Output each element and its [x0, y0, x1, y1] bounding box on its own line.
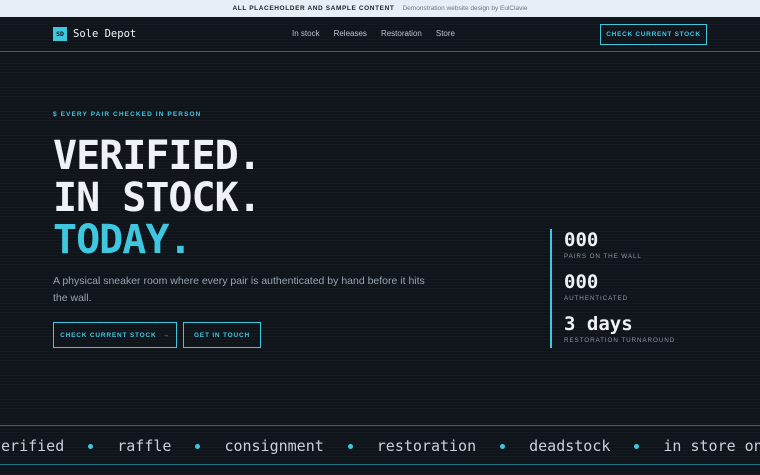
bullet-dot-icon — [347, 443, 353, 449]
hero-headline: VERIFIED. IN STOCK. TODAY. — [53, 133, 262, 263]
stat-authenticated: 000 AUTHENTICATED — [564, 271, 675, 313]
get-in-touch-button[interactable]: GET IN TOUCH — [183, 322, 261, 348]
nav-link-restoration[interactable]: Restoration — [381, 29, 422, 38]
ticker-item: restoration — [376, 437, 477, 455]
nav-links: In stock Releases Restoration Store — [292, 29, 455, 38]
stat-label: RESTORATION TURNAROUND — [564, 337, 676, 344]
brand-name: Sole Depot — [73, 28, 137, 40]
check-stock-label: CHECK CURRENT STOCK — [60, 331, 157, 339]
ticker-item: raffle — [117, 437, 172, 455]
stat-label: PAIRS ON THE WALL — [564, 253, 642, 260]
stat-value: 000 — [564, 271, 599, 293]
check-stock-button[interactable]: CHECK CURRENT STOCK → — [53, 322, 177, 348]
ticker-track: verified raffle consignment restoration … — [0, 437, 760, 455]
navbar: SD Sole Depot In stock Releases Restorat… — [0, 17, 760, 52]
hero-subtext: A physical sneaker room where every pair… — [53, 275, 425, 304]
arrow-right-icon: → — [162, 331, 170, 339]
bullet-dot-icon — [500, 443, 506, 449]
nav-link-store[interactable]: Store — [436, 29, 455, 38]
ticker-strip: verified raffle consignment restoration … — [0, 425, 760, 465]
stat-value: 000 — [564, 229, 599, 251]
banner-credit: Demonstration website design by EulClavi… — [402, 5, 528, 12]
stat-label: AUTHENTICATED — [564, 295, 629, 302]
nav-check-stock-button[interactable]: CHECK CURRENT STOCK — [600, 24, 707, 45]
headline-line-3: TODAY. — [53, 217, 192, 263]
ticker-item: deadstock — [529, 437, 611, 455]
nav-link-releases[interactable]: Releases — [334, 29, 367, 38]
bullet-dot-icon — [88, 443, 94, 449]
stat-restoration: 3 days RESTORATION TURNAROUND — [564, 313, 675, 355]
headline-line-1: VERIFIED. — [53, 133, 262, 179]
logo-badge: SD — [53, 27, 67, 41]
hero-eyebrow: $ EVERY PAIR CHECKED IN PERSON — [53, 111, 202, 118]
stat-pairs: 000 PAIRS ON THE WALL — [564, 229, 675, 271]
bullet-dot-icon — [195, 443, 201, 449]
bullet-dot-icon — [634, 443, 640, 449]
ticker-item: verified — [0, 437, 65, 455]
stats-panel: 000 PAIRS ON THE WALL 000 AUTHENTICATED … — [550, 229, 675, 348]
ticker-item: in store only — [663, 437, 760, 455]
headline-line-2: IN STOCK. — [53, 175, 262, 221]
banner-label: ALL PLACEHOLDER AND SAMPLE CONTENT — [232, 5, 395, 12]
nav-link-in-stock[interactable]: In stock — [292, 29, 320, 38]
ticker-item: consignment — [224, 437, 324, 455]
top-banner: ALL PLACEHOLDER AND SAMPLE CONTENT Demon… — [0, 0, 760, 17]
stat-value: 3 days — [564, 313, 633, 335]
logo[interactable]: SD Sole Depot — [53, 27, 136, 41]
